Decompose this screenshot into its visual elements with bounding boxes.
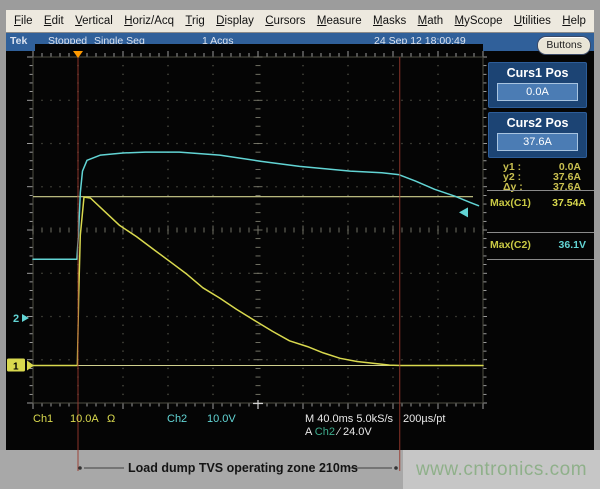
measurement-max-c2: Max(C2) 36.1V	[490, 239, 591, 251]
right-control-panel: Curs1 Pos 0.0A Curs2 Pos 37.6A y1 : 0.0A…	[487, 51, 594, 450]
cursor-readout-y2: y2 : 37.6A	[501, 171, 583, 181]
ch1-label: Ch1	[33, 413, 53, 425]
menu-vertical[interactable]: Vertical	[75, 15, 113, 27]
cursor2-value-field[interactable]: 37.6A	[497, 133, 578, 151]
ch1-coupling-ohm: Ω	[107, 413, 115, 425]
menu-cursors[interactable]: Cursors	[265, 15, 305, 27]
menu-bar: File Edit Vertical Horiz/Acq Trig Displa…	[6, 10, 594, 33]
timebase-readout: M 40.0ms 5.0kS/s	[305, 413, 393, 425]
menu-masks[interactable]: Masks	[373, 15, 406, 27]
menu-math[interactable]: Math	[418, 15, 444, 27]
trigger-slope-icon: ∕	[338, 426, 340, 438]
status-bar: Tek Stopped Single Seq 1 Acqs 24 Sep 12 …	[6, 33, 594, 51]
trigger-readout: A Ch2 ∕ 24.0V	[305, 426, 372, 438]
cursor2-title: Curs2 Pos	[489, 116, 586, 130]
ch2-scale: 10.0V	[207, 413, 236, 425]
trigger-prefix: A	[305, 426, 312, 438]
menu-measure[interactable]: Measure	[317, 15, 362, 27]
max-c2-label: Max(C2)	[490, 239, 531, 251]
menu-myscope[interactable]: MyScope	[455, 15, 503, 27]
trigger-source: Ch2	[315, 426, 335, 438]
panel-divider	[487, 190, 594, 191]
watermark-box: www.cntronics.com	[403, 450, 600, 489]
dy-label: Δy :	[503, 181, 523, 193]
max-c1-value: 37.54A	[552, 197, 586, 209]
menu-display[interactable]: Display	[216, 15, 254, 27]
acquisition-state: Stopped	[48, 35, 87, 47]
cursor1-title: Curs1 Pos	[489, 66, 586, 80]
menu-utilities[interactable]: Utilities	[514, 15, 551, 27]
max-c2-value: 36.1V	[559, 239, 586, 251]
acquisition-mode: Single Seq	[94, 35, 145, 47]
cursor2-position-control[interactable]: Curs2 Pos 37.6A	[488, 112, 587, 158]
panel-divider	[487, 232, 594, 233]
panel-divider	[487, 259, 594, 260]
ch1-scale: 10.0A	[70, 413, 99, 425]
tek-logo: Tek	[10, 35, 27, 47]
max-c1-label: Max(C1)	[490, 197, 531, 209]
menu-file[interactable]: File	[14, 15, 33, 27]
menu-trig[interactable]: Trig	[185, 15, 204, 27]
oscilloscope-screen: File Edit Vertical Horiz/Acq Trig Displa…	[0, 0, 600, 489]
dy-value: 37.6A	[553, 181, 581, 193]
cursor1-position-control[interactable]: Curs1 Pos 0.0A	[488, 62, 587, 108]
acquisition-count: 1 Acqs	[202, 35, 234, 47]
menu-help[interactable]: Help	[562, 15, 586, 27]
trigger-level: 24.0V	[343, 426, 372, 438]
resolution-readout: 200µs/pt	[403, 413, 445, 425]
cursor-readout-y1: y1 : 0.0A	[501, 161, 583, 171]
ch2-label: Ch2	[167, 413, 187, 425]
menu-edit[interactable]: Edit	[44, 15, 64, 27]
buttons-button[interactable]: Buttons	[537, 36, 591, 55]
datetime: 24 Sep 12 18:00:49	[374, 35, 466, 47]
measurement-max-c1: Max(C1) 37.54A	[490, 197, 591, 209]
watermark-text: www.cntronics.com	[416, 459, 587, 481]
cursor1-value-field[interactable]: 0.0A	[497, 83, 578, 101]
zone-annotation-label: Load dump TVS operating zone 210ms	[128, 461, 358, 475]
menu-horiz-acq[interactable]: Horiz/Acq	[124, 15, 174, 27]
